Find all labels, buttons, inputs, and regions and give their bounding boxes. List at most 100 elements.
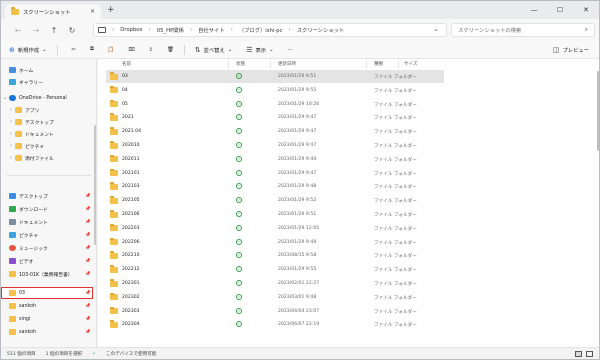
table-row[interactable]: 202011 ✓ 2023/01/29 9:49 ファイル フォルダー — [106, 153, 444, 166]
new-label: 新規作成 — [17, 47, 40, 54]
table-row[interactable]: 202105 ✓ 2023/01/29 9:52 ファイル フォルダー — [106, 194, 444, 207]
table-row[interactable]: 202203 ✓ 2023/01/29 12:05 ファイル フォルダー — [106, 222, 444, 235]
sidebar-scrollbar[interactable] — [94, 125, 96, 245]
breadcrumb-item[interactable]: 自社サイト — [198, 26, 225, 34]
sidebar-item-gallery[interactable]: ギャラリー — [1, 76, 93, 88]
sidebar-item-label: 03 — [19, 290, 26, 296]
breadcrumb[interactable]: › Dropbox › 05_HP関係 › 自社サイト › （ブログ）ishi-… — [93, 23, 447, 37]
refresh-icon[interactable]: ↻ — [63, 26, 81, 35]
sync-status-icon: ✓ — [236, 197, 242, 204]
pin-icon[interactable]: 📌 — [85, 220, 91, 225]
table-row[interactable]: 202103 ✓ 2023/01/29 9:48 ファイル フォルダー — [106, 180, 444, 193]
view-button[interactable]: ☰ 表示 ⌄ — [246, 46, 273, 54]
chevron-right-icon[interactable]: › — [7, 155, 15, 161]
sidebar-item-sankoh-2[interactable]: sankoh 📌 — [1, 326, 93, 338]
pin-icon[interactable]: 📌 — [85, 233, 91, 238]
new-button[interactable]: ⊕ 新規作成 ⌄ — [9, 46, 47, 54]
more-options-icon[interactable]: ··· — [288, 47, 293, 53]
close-window-button[interactable]: ✕ — [573, 1, 599, 19]
pin-icon[interactable]: 📌 — [85, 207, 91, 212]
sidebar-item-report[interactable]: 103-01K（業務報告書） 📌 — [1, 268, 93, 280]
file-type: ファイル フォルダー — [374, 116, 417, 122]
sidebar-item-pictures[interactable]: ピクチャ 📌 — [1, 229, 93, 241]
sidebar-item-singi[interactable]: singi 📌 — [1, 313, 93, 325]
table-row[interactable]: 202212 ✓ 2023/01/29 9:55 ファイル フォルダー — [106, 263, 444, 276]
breadcrumb-item[interactable]: スクリーンショット — [297, 26, 344, 34]
delete-icon[interactable]: 🗑 — [167, 47, 174, 53]
copy-icon[interactable]: ⧉ — [90, 46, 94, 53]
table-row[interactable]: 2021.04 ✓ 2023/01/29 9:47 ファイル フォルダー — [106, 125, 444, 138]
sidebar-item-videos[interactable]: ビデオ 📌 — [1, 255, 93, 267]
sidebar-item-home[interactable]: ホーム — [1, 64, 93, 76]
table-row[interactable]: 202303 ✓ 2023/04/04 23:07 ファイル フォルダー — [106, 305, 444, 318]
chevron-right-icon[interactable]: › — [7, 143, 15, 149]
cut-icon[interactable]: ✂ — [72, 47, 76, 53]
tab-close-icon[interactable]: × — [90, 8, 95, 15]
chevron-down-icon[interactable]: ⌄ — [1, 95, 9, 101]
pin-icon[interactable]: 📌 — [85, 259, 91, 264]
chevron-right-icon[interactable]: › — [7, 107, 15, 113]
address-dropdown-icon[interactable]: ⌄ — [433, 25, 439, 33]
search-input[interactable]: スクリーンショットの検索 ⌕ — [451, 23, 595, 37]
pin-icon[interactable]: 📌 — [85, 246, 91, 251]
sidebar-item-desktop[interactable]: デスクトップ 📌 — [1, 190, 93, 202]
table-row[interactable]: 2021 ✓ 2023/01/29 9:47 ファイル フォルダー — [106, 111, 444, 124]
tiles-view-icon[interactable] — [586, 351, 593, 357]
sidebar-item-pictures-od[interactable]: › ピクチャ — [1, 140, 93, 152]
file-list-scrollbar[interactable] — [597, 71, 599, 151]
table-row[interactable]: 03 ✓ 2023/01/29 9:51 ファイル フォルダー — [106, 70, 444, 83]
table-row[interactable]: 202206 ✓ 2023/01/29 9:49 ファイル フォルダー — [106, 236, 444, 249]
sidebar-item-sankoh[interactable]: sankoh 📌 — [1, 300, 93, 312]
column-name[interactable]: 名前 — [122, 61, 131, 67]
table-row[interactable]: 202304 ✓ 2023/06/07 22:19 ファイル フォルダー — [106, 318, 444, 331]
new-tab-button[interactable]: + — [107, 5, 115, 15]
table-row[interactable]: 202301 ✓ 2023/02/01 22:27 ファイル フォルダー — [106, 277, 444, 290]
sidebar-item-music[interactable]: ミュージック 📌 — [1, 242, 93, 254]
sync-status-icon: ✓ — [236, 280, 242, 286]
minimize-button[interactable]: — — [521, 1, 547, 19]
table-row[interactable]: 05 ✓ 2023/01/29 10:26 ファイル フォルダー — [106, 98, 444, 111]
sidebar-item-attachments[interactable]: › 添付ファイル — [1, 152, 93, 164]
sidebar-item-documents-od[interactable]: › ドキュメント — [1, 128, 93, 140]
chevron-right-icon[interactable]: › — [7, 131, 15, 137]
pin-icon[interactable]: 📌 — [85, 291, 91, 296]
column-size[interactable]: サイズ — [404, 61, 417, 67]
maximize-button[interactable]: ☐ — [547, 1, 573, 19]
column-date[interactable]: 更新日時 — [278, 61, 296, 67]
breadcrumb-item[interactable]: Dropbox — [120, 27, 142, 33]
table-row[interactable]: 202302 ✓ 2023/03/01 9:48 ファイル フォルダー — [106, 291, 444, 304]
breadcrumb-item[interactable]: （ブログ）ishi-pc — [239, 26, 283, 34]
details-view-icon[interactable] — [575, 351, 582, 357]
rename-icon[interactable]: ⌧ — [128, 47, 134, 53]
column-status[interactable]: 状態 — [236, 61, 245, 67]
video-icon — [9, 258, 16, 264]
pin-icon[interactable]: 📌 — [85, 330, 91, 335]
pin-icon[interactable]: 📌 — [85, 194, 91, 199]
sidebar-item-03[interactable]: 03 📌 — [1, 287, 93, 299]
back-button[interactable]: ← — [9, 26, 27, 35]
up-button[interactable]: ↑ — [45, 26, 63, 35]
table-row[interactable]: 04 ✓ 2023/01/29 9:55 ファイル フォルダー — [106, 84, 444, 97]
paste-icon[interactable]: 📋 — [108, 47, 115, 53]
column-type[interactable]: 種類 — [374, 61, 383, 67]
table-row[interactable]: 202210 ✓ 2023/08/15 9:58 ファイル フォルダー — [106, 249, 444, 262]
pin-icon[interactable]: 📌 — [85, 304, 91, 309]
sidebar-item-downloads[interactable]: ダウンロード 📌 — [1, 203, 93, 215]
sort-button[interactable]: ⇅ 並べ替え ⌄ — [195, 46, 233, 54]
table-row[interactable]: 202106 ✓ 2023/01/29 9:51 ファイル フォルダー — [106, 208, 444, 221]
chevron-right-icon[interactable]: › — [7, 119, 15, 125]
table-row[interactable]: 202101 ✓ 2023/01/29 9:47 ファイル フォルダー — [106, 167, 444, 180]
sync-status-icon: ✓ — [236, 183, 242, 190]
sidebar-item-desktop-od[interactable]: › デスクトップ — [1, 116, 93, 128]
preview-button[interactable]: ◫ プレビュー — [553, 46, 589, 54]
table-row[interactable]: 202010 ✓ 2023/01/29 9:47 ファイル フォルダー — [106, 139, 444, 152]
breadcrumb-item[interactable]: 05_HP関係 — [157, 26, 184, 34]
sidebar-item-documents[interactable]: ドキュメント 📌 — [1, 216, 93, 228]
forward-button[interactable]: → — [27, 26, 45, 35]
tab-screenshots[interactable]: スクリーンショット × — [5, 4, 101, 19]
share-icon[interactable]: ⇪ — [149, 47, 153, 53]
pin-icon[interactable]: 📌 — [85, 317, 91, 322]
sidebar-item-apps[interactable]: › アプリ — [1, 104, 93, 116]
pin-icon[interactable]: 📌 — [85, 272, 91, 277]
sidebar-item-onedrive[interactable]: ⌄ OneDrive - Personal — [1, 92, 93, 104]
